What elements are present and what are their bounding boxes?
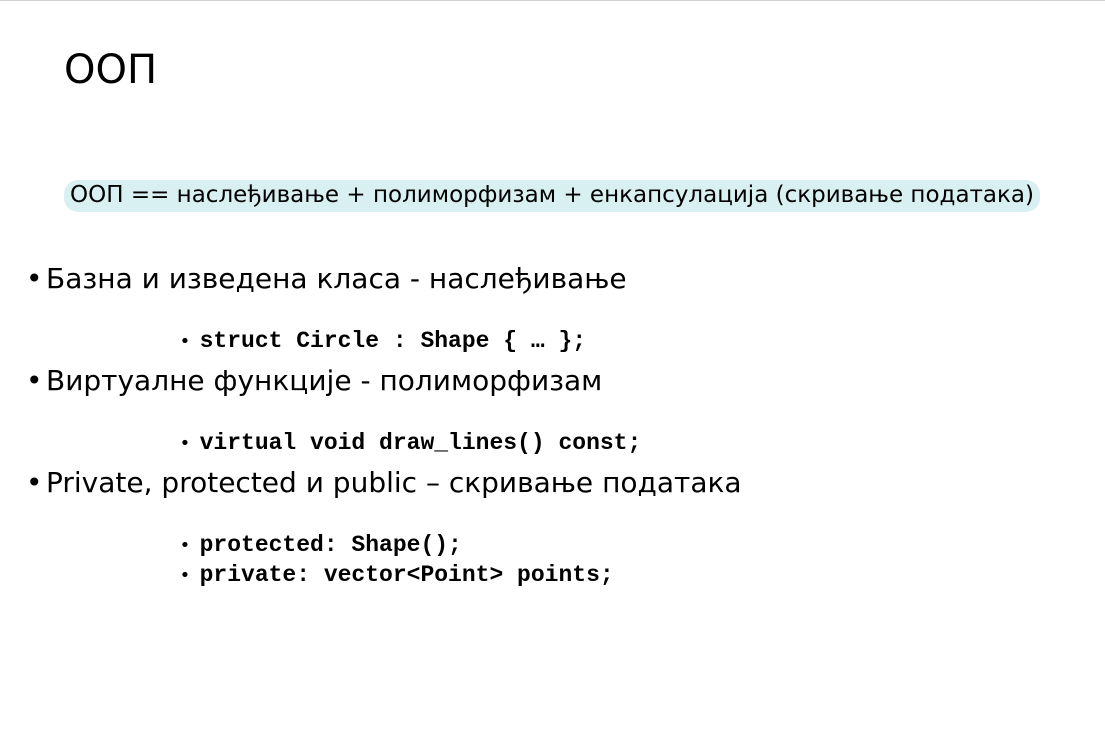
code-line-virtual-draw-lines: • virtual void draw_lines() const;	[152, 401, 642, 458]
code-text: struct Circle : Shape { … };	[199, 328, 587, 354]
bullet-text: Базна и изведена класа - наслеђивање	[46, 262, 627, 295]
sub-bullet-dot: •	[179, 565, 191, 586]
code-text: virtual void draw_lines() const;	[199, 430, 642, 456]
sub-bullet-dot: •	[179, 331, 191, 352]
bullet-dot: •	[26, 364, 43, 397]
slide-title: ООП	[64, 47, 158, 93]
bullet-polymorphism: • Виртуалне функције - полиморфизам	[26, 364, 602, 398]
code-line-private-points: • private: vector<Point> points;	[152, 533, 614, 590]
summary-highlight: ООП == наслеђивање + полиморфизам + енка…	[64, 180, 1040, 212]
bullet-text: Виртуалне функције - полиморфизам	[46, 364, 603, 397]
top-divider	[0, 0, 1105, 1]
bullet-dot: •	[26, 466, 43, 499]
bullet-inheritance: • Базна и изведена класа - наслеђивање	[26, 262, 627, 296]
code-text: private: vector<Point> points;	[199, 562, 614, 588]
bullet-text: Private, protected и public – скривање п…	[46, 466, 742, 499]
bullet-dot: •	[26, 262, 43, 295]
code-line-struct-circle: • struct Circle : Shape { … };	[152, 299, 586, 356]
bullet-encapsulation: • Private, protected и public – скривање …	[26, 466, 742, 500]
sub-bullet-dot: •	[179, 433, 191, 454]
